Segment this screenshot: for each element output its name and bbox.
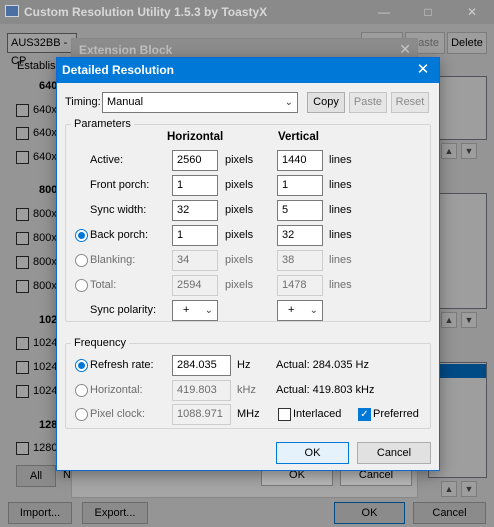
h-total-input[interactable]: 2594	[172, 275, 218, 296]
v-sync-width-input[interactable]: 5	[277, 200, 323, 221]
main-title: Custom Resolution Utility 1.5.3 by Toast…	[24, 5, 268, 19]
chevron-down-icon: ⌄	[284, 97, 293, 108]
sync-width-label: Sync width:	[90, 204, 147, 216]
interlaced-label: Interlaced	[293, 408, 342, 420]
h-sync-width-input[interactable]: 32	[172, 200, 218, 221]
horizontal-freq-input[interactable]: 419.803	[172, 380, 231, 401]
reset-button[interactable]: Reset	[391, 92, 429, 113]
sync-polarity-label: Sync polarity:	[90, 304, 157, 316]
minimize-icon[interactable]: —	[362, 0, 406, 24]
total-label: Total:	[90, 279, 117, 291]
refresh-actual-label: Actual: 284.035 Hz	[276, 359, 369, 371]
preferred-label: Preferred	[373, 408, 419, 420]
h-unit-label: pixels	[225, 254, 254, 266]
h-front-porch-input[interactable]: 1	[172, 175, 218, 196]
timing-select[interactable]: Manual ⌄	[102, 92, 298, 113]
horizontal-freq-unit: kHz	[237, 384, 256, 396]
chevron-down-icon: ⌄	[309, 305, 318, 316]
timing-value: Manual	[107, 96, 144, 108]
refresh-unit-label: Hz	[237, 359, 251, 371]
back-porch-label: Back porch:	[90, 229, 149, 241]
h-unit-label: pixels	[225, 179, 254, 191]
maximize-icon[interactable]: □	[406, 0, 450, 24]
ok-button[interactable]: OK	[276, 442, 349, 464]
v-unit-label: lines	[329, 279, 352, 291]
detailed-resolution-dialog: Detailed Resolution ✕ Timing: Manual ⌄ C…	[56, 57, 440, 471]
pixel-clock-unit: MHz	[237, 408, 260, 420]
h-unit-label: pixels	[225, 154, 254, 166]
close-icon[interactable]: ✕	[450, 0, 494, 24]
copy-button[interactable]: Copy	[307, 92, 345, 113]
parameters-label: Parameters	[71, 118, 134, 130]
v-unit-label: lines	[329, 229, 352, 241]
horizontal-header: Horizontal	[167, 131, 224, 143]
refresh-rate-input[interactable]: 284.035	[172, 355, 231, 376]
v-polarity-value: +	[288, 304, 295, 316]
h-sync-polarity-select[interactable]: + ⌄	[172, 300, 218, 321]
v-back-porch-input[interactable]: 32	[277, 225, 323, 246]
pixel-clock-input[interactable]: 1088.971	[172, 404, 231, 425]
blanking-radio[interactable]	[75, 254, 88, 267]
paste-button[interactable]: Paste	[349, 92, 387, 113]
horizontal-freq-radio[interactable]	[75, 384, 88, 397]
app-icon	[5, 5, 19, 17]
blanking-label: Blanking:	[90, 254, 136, 266]
close-icon[interactable]: ✕	[399, 41, 411, 58]
h-polarity-value: +	[183, 304, 190, 316]
v-unit-label: lines	[329, 179, 352, 191]
pixel-clock-label: Pixel clock:	[90, 408, 146, 420]
refresh-rate-label: Refresh rate:	[90, 359, 154, 371]
v-total-input[interactable]: 1478	[277, 275, 323, 296]
front-porch-label: Front porch:	[90, 179, 150, 191]
pixel-clock-radio[interactable]	[75, 408, 88, 421]
v-unit-label: lines	[329, 204, 352, 216]
close-icon[interactable]: ✕	[413, 60, 433, 80]
total-radio[interactable]	[75, 279, 88, 292]
frequency-label: Frequency	[71, 337, 129, 349]
back-porch-radio[interactable]	[75, 229, 88, 242]
interlaced-checkbox[interactable]	[278, 408, 291, 421]
h-unit-label: pixels	[225, 204, 254, 216]
horizontal-freq-label: Horizontal:	[90, 384, 143, 396]
cancel-button[interactable]: Cancel	[357, 442, 431, 464]
active-label: Active:	[90, 154, 124, 166]
h-unit-label: pixels	[225, 279, 254, 291]
h-active-input[interactable]: 2560	[172, 150, 218, 171]
h-unit-label: pixels	[225, 229, 254, 241]
v-unit-label: lines	[329, 254, 352, 266]
refresh-rate-radio[interactable]	[75, 359, 88, 372]
v-front-porch-input[interactable]: 1	[277, 175, 323, 196]
preferred-checkbox[interactable]: ✓	[358, 408, 371, 421]
v-unit-label: lines	[329, 154, 352, 166]
v-sync-polarity-select[interactable]: + ⌄	[277, 300, 323, 321]
v-active-input[interactable]: 1440	[277, 150, 323, 171]
timing-label: Timing:	[65, 96, 101, 108]
h-back-porch-input[interactable]: 1	[172, 225, 218, 246]
dialog-title: Detailed Resolution	[57, 58, 439, 83]
vertical-header: Vertical	[278, 131, 319, 143]
horizontal-actual-label: Actual: 419.803 kHz	[276, 384, 375, 396]
h-blanking-input[interactable]: 34	[172, 250, 218, 271]
chevron-down-icon: ⌄	[204, 305, 213, 316]
v-blanking-input[interactable]: 38	[277, 250, 323, 271]
